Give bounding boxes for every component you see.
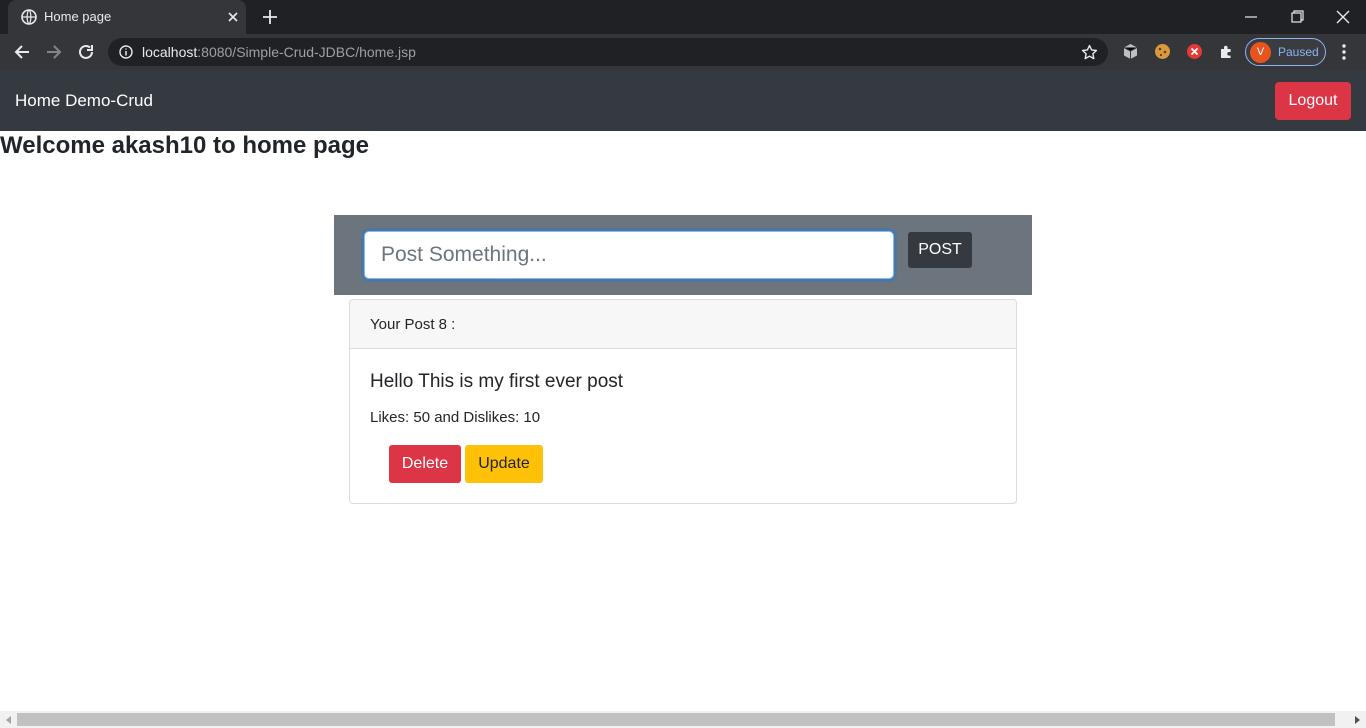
scroll-right-icon[interactable]	[1352, 715, 1362, 725]
restore-icon[interactable]	[1282, 4, 1312, 30]
update-button[interactable]: Update	[465, 445, 543, 483]
bookmark-star-icon[interactable]	[1081, 44, 1098, 61]
browser-tab[interactable]: Home page	[8, 0, 246, 34]
post-card-header: Your Post 8 :	[350, 300, 1016, 349]
post-card: Your Post 8 : Hello This is my first eve…	[349, 299, 1017, 504]
navbar-brand[interactable]: Home Demo-Crud	[15, 91, 153, 111]
tab-title: Home page	[44, 9, 112, 24]
site-navbar: Home Demo-Crud Logout	[0, 70, 1366, 131]
globe-icon	[21, 9, 37, 25]
url-host: localhost	[142, 44, 198, 60]
horizontal-scrollbar[interactable]	[0, 711, 1366, 728]
browser-toolbar: localhost:8080/Simple-Crud-JDBC/home.jsp…	[0, 34, 1366, 70]
post-title: Hello This is my first ever post	[370, 371, 624, 392]
delete-button[interactable]: Delete	[389, 445, 461, 483]
browser-menu-icon[interactable]	[1336, 43, 1352, 61]
back-icon[interactable]	[12, 42, 32, 62]
reload-icon[interactable]	[76, 42, 96, 62]
post-header-text: Your Post 8 :	[370, 316, 456, 333]
forward-icon[interactable]	[44, 42, 64, 62]
cookie-extension-icon[interactable]	[1154, 43, 1171, 60]
scrollbar-thumb[interactable]	[17, 713, 1335, 726]
extensions-puzzle-icon[interactable]	[1218, 43, 1235, 60]
address-bar[interactable]: localhost:8080/Simple-Crud-JDBC/home.jsp	[108, 38, 1108, 66]
logout-button[interactable]: Logout	[1275, 82, 1351, 120]
post-stats: Likes: 50 and Dislikes: 10	[370, 409, 541, 426]
close-tab-icon[interactable]	[224, 8, 242, 26]
post-submit-button[interactable]: POST	[908, 232, 972, 268]
blocker-extension-icon[interactable]	[1186, 43, 1203, 60]
post-input[interactable]	[364, 231, 894, 279]
post-form: POST	[334, 215, 1032, 295]
browser-tab-strip: Home page	[0, 0, 1366, 34]
extension-cube-icon[interactable]	[1122, 43, 1139, 60]
info-icon[interactable]	[119, 45, 133, 59]
profile-button[interactable]: V Paused	[1245, 38, 1326, 66]
minimize-icon[interactable]	[1236, 4, 1266, 30]
avatar: V	[1250, 42, 1271, 63]
url-text: localhost:8080/Simple-Crud-JDBC/home.jsp	[142, 44, 416, 60]
scroll-left-icon[interactable]	[4, 715, 14, 725]
page-title: Welcome akash10 to home page	[0, 132, 370, 159]
close-window-icon[interactable]	[1328, 4, 1358, 30]
profile-status: Paused	[1278, 45, 1319, 59]
new-tab-icon[interactable]	[260, 7, 280, 27]
url-path: :8080/Simple-Crud-JDBC/home.jsp	[197, 44, 416, 60]
